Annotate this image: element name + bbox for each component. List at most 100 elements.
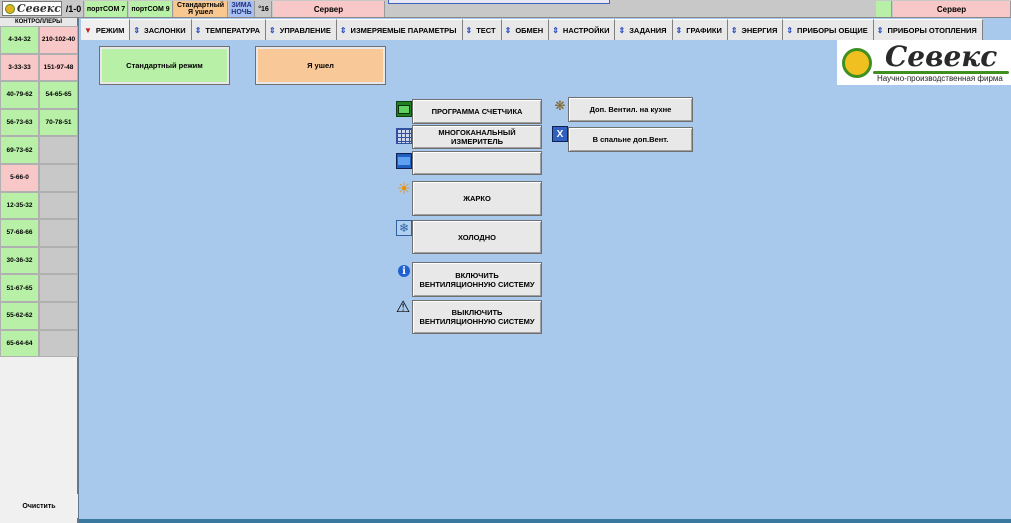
cold-button[interactable]: ХОЛОДНО	[412, 220, 542, 254]
app-logo: Севекс	[2, 1, 62, 16]
tab-temperature[interactable]: ⇕ ТЕМПЕРАТУРА	[191, 19, 267, 40]
tab-label: ТЕСТ	[476, 25, 496, 35]
current-mode-status: Стандартный Я ушел	[174, 1, 228, 17]
snowflake-icon: ❄	[396, 220, 412, 236]
kitchen-vent-button[interactable]: Доп. Вентил. на кухне	[568, 97, 693, 122]
tab-test[interactable]: ⇕ ТЕСТ	[462, 19, 502, 40]
tab-control[interactable]: ⇕ УПРАВЛЕНИЕ	[266, 19, 337, 40]
tab-settings[interactable]: ⇕ НАСТРОЙКИ	[549, 19, 616, 40]
info-icon: i	[398, 265, 410, 277]
port-com9-status[interactable]: портCOM 9	[129, 1, 173, 17]
arrow-updown-icon: ⇕	[269, 25, 276, 35]
tab-label: ГРАФИКИ	[686, 25, 722, 35]
arrow-updown-icon: ⇕	[786, 25, 794, 35]
sun-icon: ☀	[396, 181, 412, 198]
controller-cell[interactable]: 56-73-63	[0, 108, 39, 137]
top-center-frame	[388, 0, 610, 4]
vent-off-line-2: ВЕНТИЛЯЦИОННУЮ СИСТЕМУ	[419, 317, 535, 326]
server-status-right[interactable]: Сервер	[893, 1, 1011, 17]
tab-exchange[interactable]: ⇕ ОБМЕН	[501, 19, 550, 40]
vent-on-line-1: ВКЛЮЧИТЬ	[455, 270, 499, 280]
tab-label: ЭНЕРГИЯ	[741, 25, 778, 35]
fan-icon: ❋	[554, 98, 566, 113]
controller-cell[interactable]: 5-66-0	[0, 163, 39, 192]
blank-button[interactable]	[412, 151, 542, 175]
brand-subtitle: Научно-производственная фирма	[877, 74, 1003, 83]
tab-energy[interactable]: ⇕ ЭНЕРГИЯ	[727, 19, 784, 40]
controller-cell[interactable]: 12-35-32	[0, 191, 39, 220]
controller-cell-empty	[39, 301, 78, 330]
server-status-left[interactable]: Сервер	[273, 1, 385, 17]
controller-cell[interactable]: 69-73-62	[0, 136, 39, 164]
counter-icon	[396, 101, 412, 117]
vent-on-button[interactable]: ВКЛЮЧИТЬ ВЕНТИЛЯЦИОННУЮ СИСТЕМУ	[412, 262, 542, 297]
tab-tasks[interactable]: ⇕ ЗАДАНИЯ	[615, 19, 673, 40]
arrow-down-icon: ▼	[84, 25, 92, 35]
away-mode-button[interactable]: Я ушел	[255, 46, 386, 85]
controller-cell[interactable]: 4-34-32	[0, 26, 39, 54]
vent-on-line-2: ВЕНТИЛЯЦИОННУЮ СИСТЕМУ	[419, 279, 535, 289]
controller-cell[interactable]: 51-67-65	[0, 274, 39, 302]
controller-cell[interactable]: 30-36-32	[0, 246, 39, 275]
warning-icon: ⚠	[395, 299, 411, 316]
controller-cell[interactable]: 151-97-48	[39, 53, 78, 82]
standard-mode-button[interactable]: Стандартный режим	[99, 46, 230, 85]
counter-program-button[interactable]: ПРОГРАММА СЧЕТЧИКА	[412, 99, 542, 124]
controller-cell[interactable]: 210-102-40	[39, 26, 78, 54]
screen-icon	[396, 153, 412, 169]
controllers-grid: 4-34-32 210-102-40 3-33-33 151-97-48 40-79…	[0, 26, 78, 358]
tab-devices-general[interactable]: ⇕ ПРИБОРЫ ОБЩИЕ	[783, 19, 874, 40]
arrow-updown-icon: ⇕	[876, 25, 884, 35]
arrow-updown-icon: ⇕	[465, 25, 473, 35]
controller-cell-empty	[39, 191, 78, 220]
arrow-updown-icon: ⇕	[618, 25, 626, 35]
arrow-updown-icon: ⇕	[730, 25, 738, 35]
bedroom-vent-button[interactable]: В спальне доп.Вент.	[568, 127, 693, 152]
ratio-indicator: /1-0	[64, 1, 84, 17]
tab-dampers[interactable]: ⇕ ЗАСЛОНКИ	[130, 19, 192, 40]
port-com7-status[interactable]: портCOM 7	[85, 1, 128, 17]
controller-cell-empty	[39, 163, 78, 192]
arrow-updown-icon: ⇕	[339, 25, 347, 35]
controller-cell-empty	[39, 329, 78, 358]
vent-off-button[interactable]: ВЫКЛЮЧИТЬ ВЕНТИЛЯЦИОННУЮ СИСТЕМУ	[412, 300, 542, 334]
tab-label: УПРАВЛЕНИЕ	[279, 25, 331, 35]
season-line-2: НОЧЬ	[231, 9, 252, 16]
mode-line-1: Стандартный	[176, 2, 225, 9]
hot-button[interactable]: ЖАРКО	[412, 181, 542, 216]
controller-cell-empty	[39, 274, 78, 302]
controller-cell-empty	[39, 219, 78, 247]
brand-logo: Севекс Научно-производственная фирма	[837, 40, 1011, 85]
vent-off-line-1: ВЫКЛЮЧИТЬ	[451, 308, 503, 317]
tab-measured-params[interactable]: ⇕ ИЗМЕРЯЕМЫЕ ПАРАМЕТРЫ	[336, 19, 463, 40]
controller-cell[interactable]: 3-33-33	[0, 53, 39, 82]
arrow-updown-icon: ⇕	[504, 25, 512, 35]
info-icon-wrap: i	[396, 263, 412, 279]
controller-cell[interactable]: 55-62-62	[0, 301, 39, 330]
meter-grid-icon	[396, 128, 412, 144]
brand-name: Севекс	[885, 40, 998, 73]
tab-charts[interactable]: ⇕ ГРАФИКИ	[672, 19, 728, 40]
bedroom-vent-icon: X	[552, 126, 568, 142]
multichannel-meter-button[interactable]: МНОГОКАНАЛЬНЫЙ ИЗМЕРИТЕЛЬ	[412, 125, 542, 149]
controller-cell[interactable]: 40-79-62	[0, 81, 39, 109]
bottom-border	[79, 519, 1011, 523]
arrow-updown-icon: ⇕	[194, 25, 202, 35]
controller-cell[interactable]: 70-78-51	[39, 108, 78, 137]
outdoor-temperature: °16	[256, 1, 272, 17]
controller-cell-empty	[39, 136, 78, 164]
tab-heating-devices[interactable]: ⇕ ПРИБОРЫ ОТОПЛЕНИЯ	[873, 19, 983, 40]
controller-cell[interactable]: 65-64-64	[0, 329, 39, 358]
tab-label: ЗАДАНИЯ	[629, 25, 667, 35]
controller-cell[interactable]: 54-65-65	[39, 81, 78, 109]
controller-cell[interactable]: 57-68-66	[0, 219, 39, 247]
arrow-updown-icon: ⇕	[133, 25, 141, 35]
tab-mode[interactable]: ▼ РЕЖИМ	[81, 19, 131, 40]
tab-label: ИЗМЕРЯЕМЫЕ ПАРАМЕТРЫ	[350, 25, 457, 35]
clear-button[interactable]: Очистить	[0, 494, 78, 518]
controllers-header: КОНТРОЛЛЕРЫ	[0, 18, 77, 26]
tab-label: ЗАСЛОНКИ	[144, 25, 186, 35]
controller-cell-empty	[39, 246, 78, 275]
tab-label: НАСТРОЙКИ	[562, 25, 610, 35]
app-logo-text: Севекс	[16, 2, 61, 15]
